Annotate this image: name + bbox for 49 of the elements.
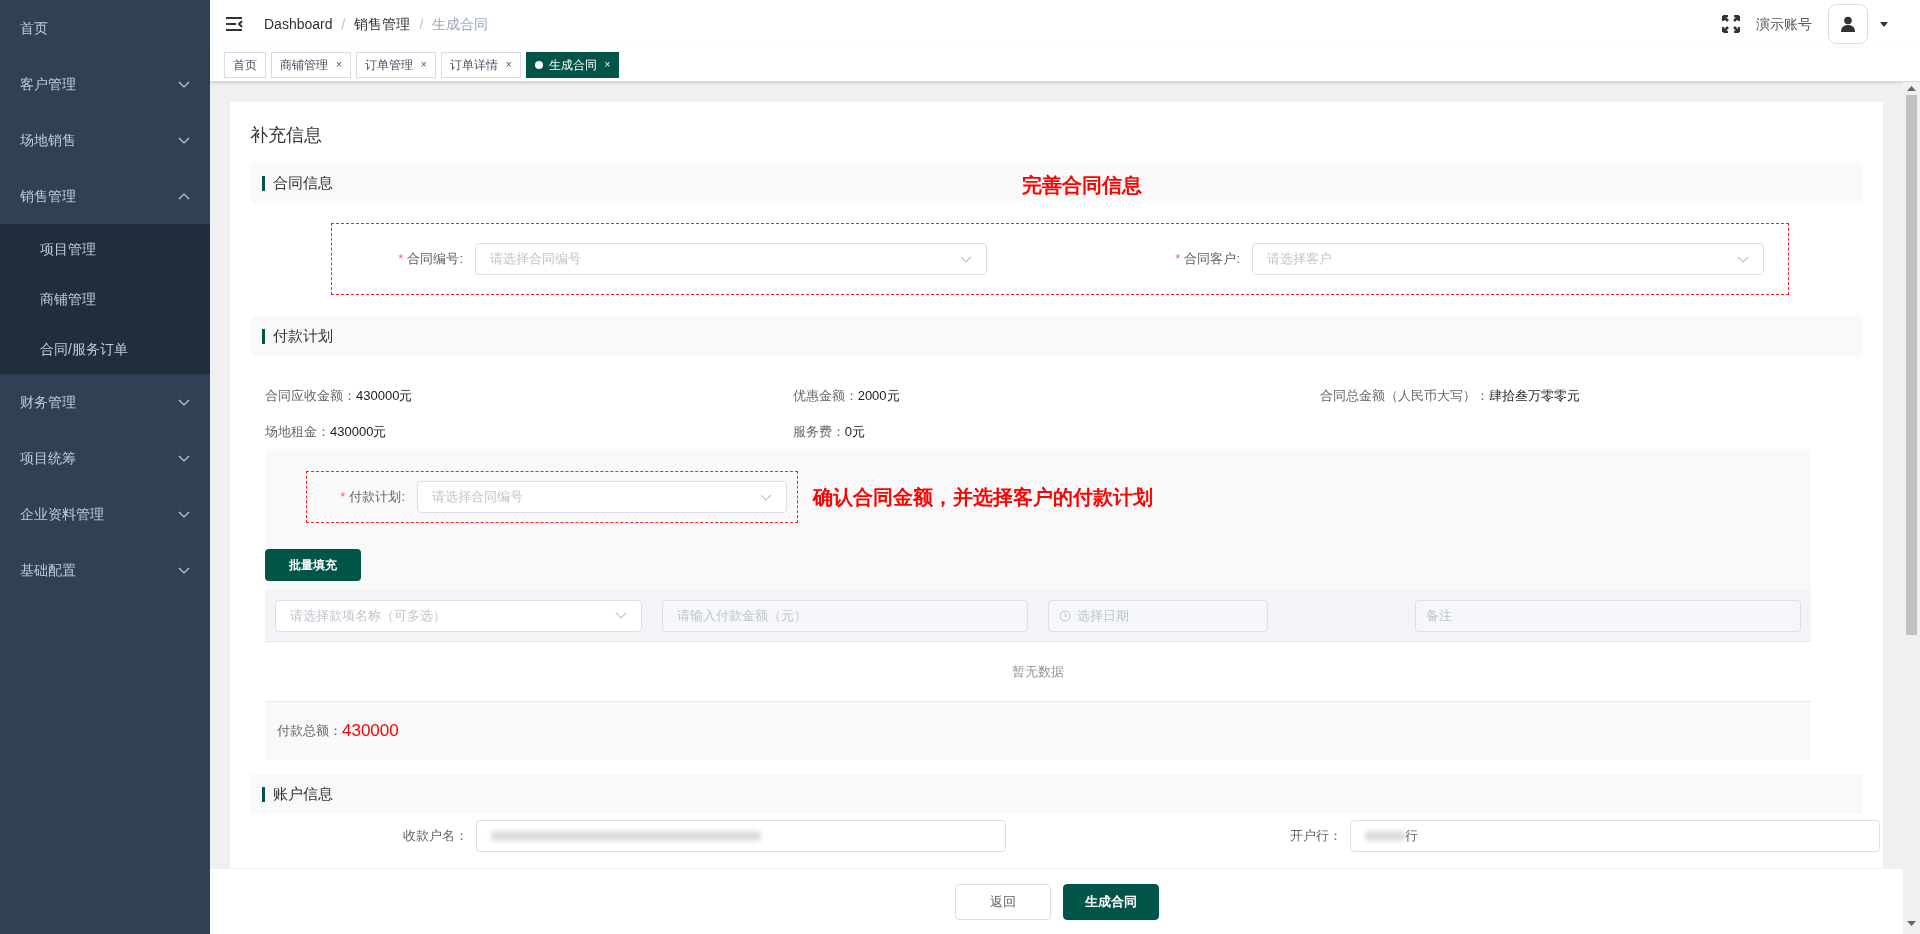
sidebar-item[interactable]: 项目统筹 <box>0 430 210 486</box>
sidebar-item[interactable]: 销售管理 <box>0 168 210 224</box>
input-field[interactable]: 行 <box>1350 820 1880 852</box>
total-label: 付款总额： <box>277 722 342 741</box>
batch-fill-button[interactable]: 批量填充 <box>265 549 361 581</box>
summary-item: 场地租金：430000元 <box>265 422 388 441</box>
close-icon[interactable]: × <box>604 57 611 72</box>
tab[interactable]: 商铺管理 × <box>271 51 351 78</box>
page-title: 补充信息 <box>250 124 323 147</box>
field-label: 开户行： <box>1289 827 1343 846</box>
annotation-text: 确认合同金额，并选择客户的付款计划 <box>813 485 1153 510</box>
field-label: 收款户名： <box>402 827 469 846</box>
section-title: 账户信息 <box>273 783 333 804</box>
tab[interactable]: 订单详情 × <box>440 51 521 78</box>
field-label: * 付款计划: <box>339 488 406 507</box>
summary-item: 合同总金额（人民币大写）：肆拾叁万零零元 <box>1320 387 1582 405</box>
breadcrumb-item: 生成合同 <box>432 14 489 34</box>
tab[interactable]: 首页 <box>224 51 266 78</box>
breadcrumb-item[interactable]: 销售管理 <box>354 13 411 35</box>
user-name: 演示账号 <box>1756 14 1812 34</box>
breadcrumb-separator: / <box>341 14 346 34</box>
tab[interactable]: 订单管理 × <box>355 51 436 78</box>
sidebar-item[interactable]: 企业资料管理 <box>0 486 210 542</box>
summary-item: 服务费：0元 <box>792 422 866 441</box>
summary-item: 合同应收金额：430000元 <box>265 387 414 405</box>
breadcrumb-separator: / <box>419 14 424 34</box>
breadcrumb-item[interactable]: Dashboard <box>264 13 333 35</box>
sidebar-item[interactable]: 基础配置 <box>0 542 210 598</box>
sidebar-subitem[interactable]: 商铺管理 <box>0 274 210 324</box>
close-icon[interactable]: × <box>420 57 427 72</box>
sidebar-item[interactable]: 场地销售 <box>0 112 210 168</box>
sidebar-subitem[interactable]: 合同/服务订单 <box>0 324 210 374</box>
section-title: 合同信息 <box>273 172 333 193</box>
close-icon[interactable]: × <box>336 57 342 72</box>
total-value: 430000 <box>342 720 399 743</box>
field-label: * 合同编号: <box>397 250 464 269</box>
annotation-text: 完善合同信息 <box>1022 173 1142 198</box>
sidebar-item[interactable]: 财务管理 <box>0 374 210 430</box>
tab[interactable]: 生成合同 × <box>525 51 620 78</box>
empty-text: 暂无数据 <box>1012 662 1064 681</box>
section-title: 付款计划 <box>273 325 333 346</box>
summary-item: 优惠金额：2000元 <box>792 387 901 405</box>
close-icon[interactable]: × <box>505 57 512 72</box>
back-button[interactable]: 返回 <box>954 883 1051 920</box>
sidebar-item[interactable]: 客户管理 <box>0 56 210 112</box>
field-label: * 合同客户: <box>1174 250 1241 269</box>
generate-button[interactable]: 生成合同 <box>1062 883 1159 920</box>
sidebar-subitem[interactable]: 项目管理 <box>0 224 210 274</box>
sidebar-item[interactable]: 首页 <box>0 0 210 56</box>
